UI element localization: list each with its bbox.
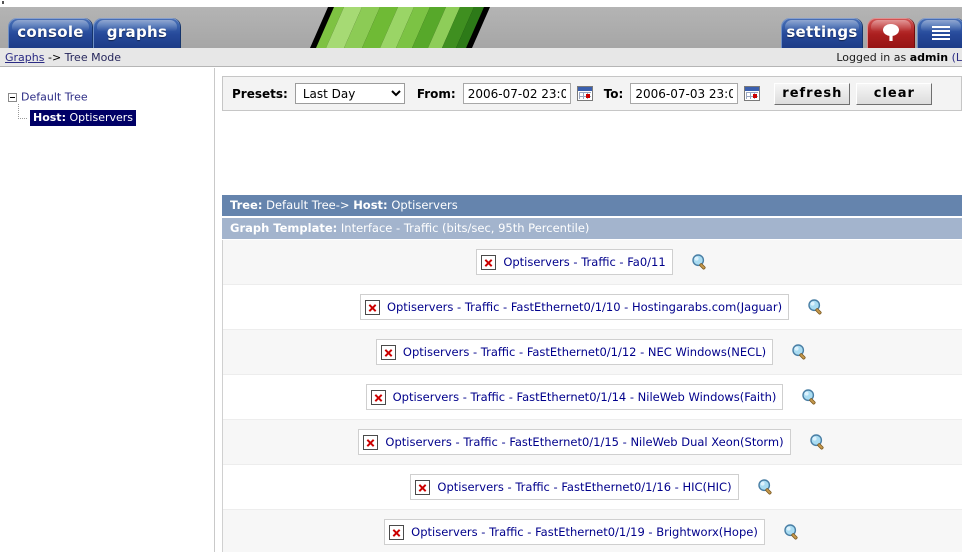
tree-sidebar: Default Tree Host: Optiservers [0,68,215,552]
magnifier-icon[interactable] [798,298,825,316]
graph-image-placeholder[interactable]: Optiservers - Traffic - Fa0/11 [476,249,673,275]
tree-expander-collapse-icon[interactable] [8,92,17,102]
logout-link[interactable]: (L [948,51,962,64]
graph-alt-text[interactable]: Optiservers - Traffic - FastEthernet0/1/… [403,345,766,359]
presets-label: Presets: [232,86,288,101]
calendar-header [577,87,592,91]
graph-alt-text[interactable]: Optiservers - Traffic - FastEthernet0/1/… [385,435,783,449]
graph-filter-toolbar: Presets: Last Day From: To: refresh clea… [222,76,962,111]
graph-image-placeholder[interactable]: Optiservers - Traffic - FastEthernet0/1/… [359,294,790,320]
magnifier-icon[interactable] [774,523,801,541]
to-calendar-icon[interactable] [744,86,761,101]
broken-image-icon [481,254,497,270]
broken-image-icon [363,434,379,450]
calendar-selected-day [753,94,758,98]
breadcrumb: Graphs -> Tree Mode [5,51,121,64]
graph-row: Optiservers - Traffic - FastEthernet0/1/… [223,465,962,510]
tab-settings-label: settings [786,23,858,41]
graph-alt-text[interactable]: Optiservers - Traffic - FastEthernet0/1/… [387,300,782,314]
magnifier-icon[interactable] [682,253,709,271]
graph-alt-text[interactable]: Optiservers - Traffic - Fa0/11 [503,255,665,269]
tab-graphs-label: graphs [106,23,168,41]
session-info: Logged in as admin (L [836,51,962,64]
tree-node-host-optiservers[interactable]: Host: Optiservers [18,103,214,126]
graph-alt-text[interactable]: Optiservers - Traffic - FastEthernet0/1/… [437,480,731,494]
tree-key-label: Tree: [230,198,263,212]
from-date-input[interactable] [462,83,571,104]
graph-row: Optiservers - Traffic - FastEthernet0/1/… [223,420,962,465]
graph-image-placeholder[interactable]: Optiservers - Traffic - FastEthernet0/1/… [375,339,774,365]
to-label: To: [603,86,624,101]
to-date-input[interactable] [630,83,739,104]
graph-image-placeholder[interactable]: Optiservers - Traffic - FastEthernet0/1/… [358,429,791,455]
graph-template-bar: Graph Template: Interface - Traffic (bit… [222,218,962,239]
app-header: console graphs settings [0,7,962,48]
graph-image-placeholder[interactable]: Optiservers - Traffic - FastEthernet0/1/… [365,384,784,410]
magnifier-icon[interactable] [792,388,819,406]
magnifier-icon[interactable] [800,433,827,451]
calendar-selected-day [585,94,590,98]
tab-tree-mode[interactable] [867,18,915,48]
page-marker-dot [2,1,4,4]
tab-console[interactable]: console [8,18,93,48]
magnifier-icon[interactable] [782,343,809,361]
tree-child-label: Optiservers [69,110,134,124]
host-value-label: Optiservers [391,198,458,212]
broken-image-icon [370,389,386,405]
refresh-button[interactable]: refresh [774,82,851,105]
session-prefix: Logged in as [836,51,910,64]
tree-node-default-tree[interactable]: Default Tree Host: Optiservers [8,90,214,126]
graph-image-placeholder[interactable]: Optiservers - Traffic - FastEthernet0/1/… [410,474,739,500]
tree-selected-item[interactable]: Host: Optiservers [30,109,137,126]
tree-value-label: Default Tree-> [266,198,354,212]
graph-row: Optiservers - Traffic - FastEthernet0/1/… [223,330,962,375]
broken-image-icon [389,524,405,540]
breadcrumb-link-graphs[interactable]: Graphs [5,51,44,64]
from-calendar-icon[interactable] [576,86,593,101]
calendar-header [745,87,760,91]
template-key-label: Graph Template: [230,221,338,235]
host-key-label: Host: [353,198,388,212]
graph-alt-text[interactable]: Optiservers - Traffic - FastEthernet0/1/… [393,390,777,404]
graph-row: Optiservers - Traffic - FastEthernet0/1/… [223,510,962,552]
graph-row: Optiservers - Traffic - Fa0/11 [223,240,962,285]
graph-image-placeholder[interactable]: Optiservers - Traffic - FastEthernet0/1/… [384,519,765,545]
main-content: Presets: Last Day From: To: refresh clea… [216,68,962,552]
template-value-label: Interface - Traffic (bits/sec, 95th Perc… [340,221,590,235]
session-username: admin [909,51,949,64]
graph-row: Optiservers - Traffic - FastEthernet0/1/… [223,375,962,420]
graph-alt-text[interactable]: Optiservers - Traffic - FastEthernet0/1/… [411,525,758,539]
broken-image-icon [364,299,380,315]
tab-list-mode[interactable] [917,18,962,48]
breadcrumb-bar: Graphs -> Tree Mode Logged in as admin (… [0,48,962,67]
breadcrumb-current: Tree Mode [64,51,122,64]
lines-icon [932,26,950,40]
breadcrumb-separator: -> [44,51,65,64]
tab-graphs[interactable]: graphs [93,18,181,48]
tree-header-bar: Tree: Default Tree-> Host: Optiservers [222,195,962,216]
tree-child-prefix: Host: [33,110,66,124]
graph-list: Optiservers - Traffic - Fa0/11 Optiserver… [222,240,962,552]
tree-root-label[interactable]: Default Tree [21,91,88,104]
graph-row: Optiservers - Traffic - FastEthernet0/1/… [223,285,962,330]
tab-settings[interactable]: settings [781,18,863,48]
presets-select[interactable]: Last Day [294,83,405,104]
tab-console-label: console [17,23,84,41]
from-label: From: [416,86,456,101]
magnifier-icon[interactable] [748,478,775,496]
cacti-banner-graphic [310,7,490,48]
page-top-strip [0,0,962,7]
tree-icon [883,24,899,41]
broken-image-icon [415,479,431,495]
clear-button[interactable]: clear [856,82,933,105]
broken-image-icon [380,344,396,360]
